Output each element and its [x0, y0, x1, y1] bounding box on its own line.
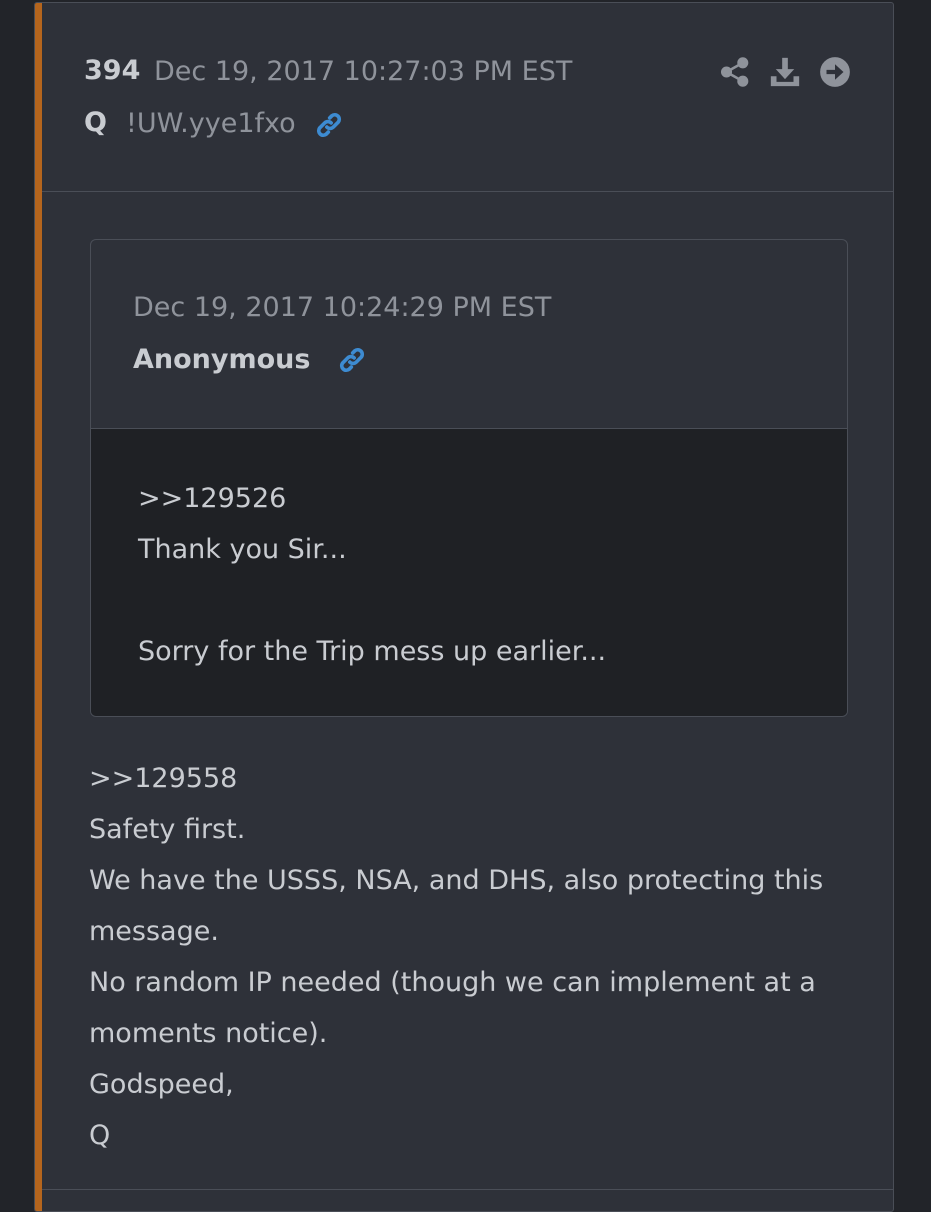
body-line: Safety first.: [89, 814, 246, 845]
quoted-line: >>129526: [138, 483, 287, 514]
post-number: 394: [84, 55, 141, 86]
share-icon[interactable]: [718, 55, 752, 89]
quoted-post-author: Anonymous: [133, 344, 311, 375]
body-line: >>129558: [89, 763, 238, 794]
body-line: No random IP needed (though we can imple…: [89, 967, 816, 998]
post-author: Q: [84, 107, 107, 138]
post-timestamp: Dec 19, 2017 10:27:03 PM EST: [154, 56, 573, 87]
body-line: message.: [89, 916, 219, 947]
body-line: moments notice).: [89, 1018, 328, 1049]
link-icon[interactable]: [312, 108, 346, 142]
arrow-right-circle-icon[interactable]: [818, 55, 852, 89]
post-header: 394 Dec 19, 2017 10:27:03 PM EST Q !UW.y…: [42, 3, 893, 192]
body-line: We have the USSS, NSA, and DHS, also pro…: [89, 865, 824, 896]
download-icon[interactable]: [768, 55, 802, 89]
quoted-line: Sorry for the Trip mess up earlier...: [138, 636, 607, 667]
quoted-post-timestamp: Dec 19, 2017 10:24:29 PM EST: [133, 292, 552, 323]
post-card: 394 Dec 19, 2017 10:27:03 PM EST Q !UW.y…: [34, 2, 894, 1212]
post-accent-bar: [35, 3, 42, 1211]
quoted-line: Thank you Sir...: [138, 534, 347, 565]
post-tripcode: !UW.yye1fxo: [126, 108, 296, 139]
quoted-link-icon[interactable]: [335, 343, 369, 377]
post-footer-divider: [42, 1189, 893, 1190]
body-line: Q: [89, 1120, 111, 1151]
body-line: Godspeed,: [89, 1069, 234, 1100]
quoted-post: Dec 19, 2017 10:24:29 PM EST Anonymous >…: [90, 239, 848, 717]
quoted-post-header: Dec 19, 2017 10:24:29 PM EST Anonymous: [91, 240, 847, 429]
quoted-post-body: >>129526 Thank you Sir... Sorry for the …: [91, 429, 847, 716]
